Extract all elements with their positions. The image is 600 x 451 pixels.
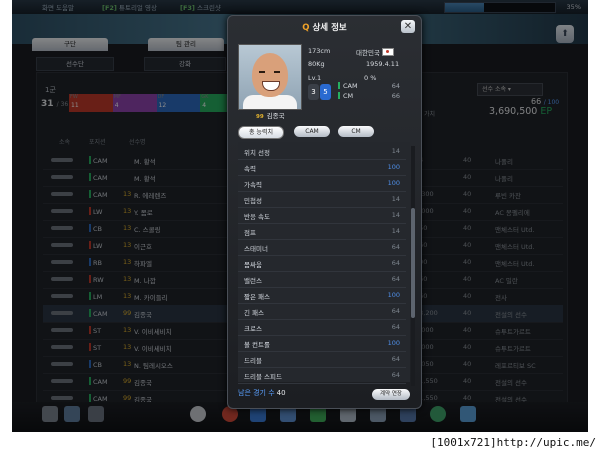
pos-rating-cam-value: 64 xyxy=(391,82,400,90)
stat-label: 반응 속도 xyxy=(244,213,270,221)
modal-title: Q 상세 정보 xyxy=(228,16,421,38)
stat-value: 14 xyxy=(391,195,400,203)
stat-value: 64 xyxy=(391,371,400,379)
stat-value: 100 xyxy=(387,179,400,187)
stat-value: 64 xyxy=(391,355,400,363)
player-level: Lv.1 xyxy=(308,74,322,82)
stat-row: 드리블 스피드 64 xyxy=(238,366,406,384)
pos-rating-cam-bar xyxy=(338,82,340,89)
stat-value: 64 xyxy=(391,259,400,267)
stat-scrollbar[interactable] xyxy=(411,146,415,386)
pos-rating-cm: CM 66 xyxy=(338,92,408,100)
close-button[interactable]: ✕ xyxy=(401,20,415,33)
tab-cam-stats[interactable]: CAM xyxy=(294,126,330,137)
stat-label: 민첩성 xyxy=(244,197,262,205)
stat-value: 14 xyxy=(391,211,400,219)
pos-rating-cm-bar xyxy=(338,92,340,99)
photo-eye-left xyxy=(259,71,265,73)
modal-footer: 남은 경기 수 40 계약 연장 xyxy=(238,388,410,402)
player-name: 김종국 xyxy=(266,112,285,120)
player-birth: 1959.4.11 xyxy=(366,60,400,68)
korea-flag-icon xyxy=(381,48,394,56)
photo-eye-right xyxy=(274,71,280,73)
pos-rating-cam-label: CAM xyxy=(343,82,358,90)
stat-label: 밸런스 xyxy=(244,277,262,285)
player-number-badges: 3 5 xyxy=(308,84,334,106)
player-weight: 80Kg xyxy=(308,60,325,68)
stat-label: 속력 xyxy=(244,165,256,173)
game-window: 화면 도움말 [F2] 튜토리얼 영상 [F3] 스크린샷 35% ⬆ 구단 팀… xyxy=(12,0,588,432)
photo-face xyxy=(252,53,288,97)
stat-value: 64 xyxy=(391,275,400,283)
tab-total-stats[interactable]: 총 능력치 xyxy=(238,126,284,139)
stat-value: 14 xyxy=(391,147,400,155)
stat-list: 위치 선정 14 속력 100 가속력 100 민첩성 14 반응 속도 14 점프 14 스태미너 64… xyxy=(238,142,410,384)
stat-scrollbar-thumb[interactable] xyxy=(411,208,415,318)
player-detail-modal: Q 상세 정보 ✕ 173cm 대한민국 80Kg 1959.4.11 Lv.1 … xyxy=(227,15,422,409)
stat-label: 볼 컨트롤 xyxy=(244,341,270,349)
stat-value: 100 xyxy=(387,163,400,171)
extend-contract-button[interactable]: 계약 연장 xyxy=(372,389,410,400)
player-rating-badge: 99 xyxy=(256,114,264,120)
stat-label: 위치 선정 xyxy=(244,149,270,157)
player-name-badge: 99 김종국 xyxy=(256,110,285,120)
stat-value: 14 xyxy=(391,227,400,235)
modal-title-text: 상세 정보 xyxy=(312,23,347,33)
stat-value: 64 xyxy=(391,243,400,251)
photo-shirt xyxy=(243,95,297,109)
player-height: 173cm xyxy=(308,47,331,55)
pos-rating-cm-label: CM xyxy=(343,92,354,100)
stat-label: 가속력 xyxy=(244,181,262,189)
stat-label: 드리블 스피드 xyxy=(244,373,282,381)
stat-label: 크로스 xyxy=(244,325,262,333)
stat-value: 64 xyxy=(391,307,400,315)
photo-mouth xyxy=(262,81,280,91)
player-photo xyxy=(238,44,302,110)
pos-rating-cm-value: 66 xyxy=(391,92,400,100)
pos-rating-cam: CAM 64 xyxy=(338,82,408,90)
stat-value: 100 xyxy=(387,291,400,299)
stat-label: 몸싸움 xyxy=(244,261,262,269)
stat-label: 드리블 xyxy=(244,357,262,365)
player-number-b: 5 xyxy=(320,84,331,100)
stat-value: 100 xyxy=(387,339,400,347)
remaining-games-label: 남은 경기 수 xyxy=(238,389,275,397)
player-nation-text: 대한민국 xyxy=(356,49,380,57)
stat-label: 점프 xyxy=(244,229,256,237)
stat-value: 64 xyxy=(391,323,400,331)
stat-label: 짧은 패스 xyxy=(244,293,270,301)
stat-label: 스태미너 xyxy=(244,245,268,253)
remaining-games-value: 40 xyxy=(276,389,286,397)
tab-cm-stats[interactable]: CM xyxy=(338,126,374,137)
player-nation: 대한민국 xyxy=(356,47,394,57)
source-caption: [1001x721]http://upic.me/ xyxy=(430,436,596,449)
player-level-pct: 0 % xyxy=(364,74,377,82)
player-number-a: 3 xyxy=(308,84,319,100)
search-icon: Q xyxy=(302,23,310,33)
stat-label: 긴 패스 xyxy=(244,309,265,317)
